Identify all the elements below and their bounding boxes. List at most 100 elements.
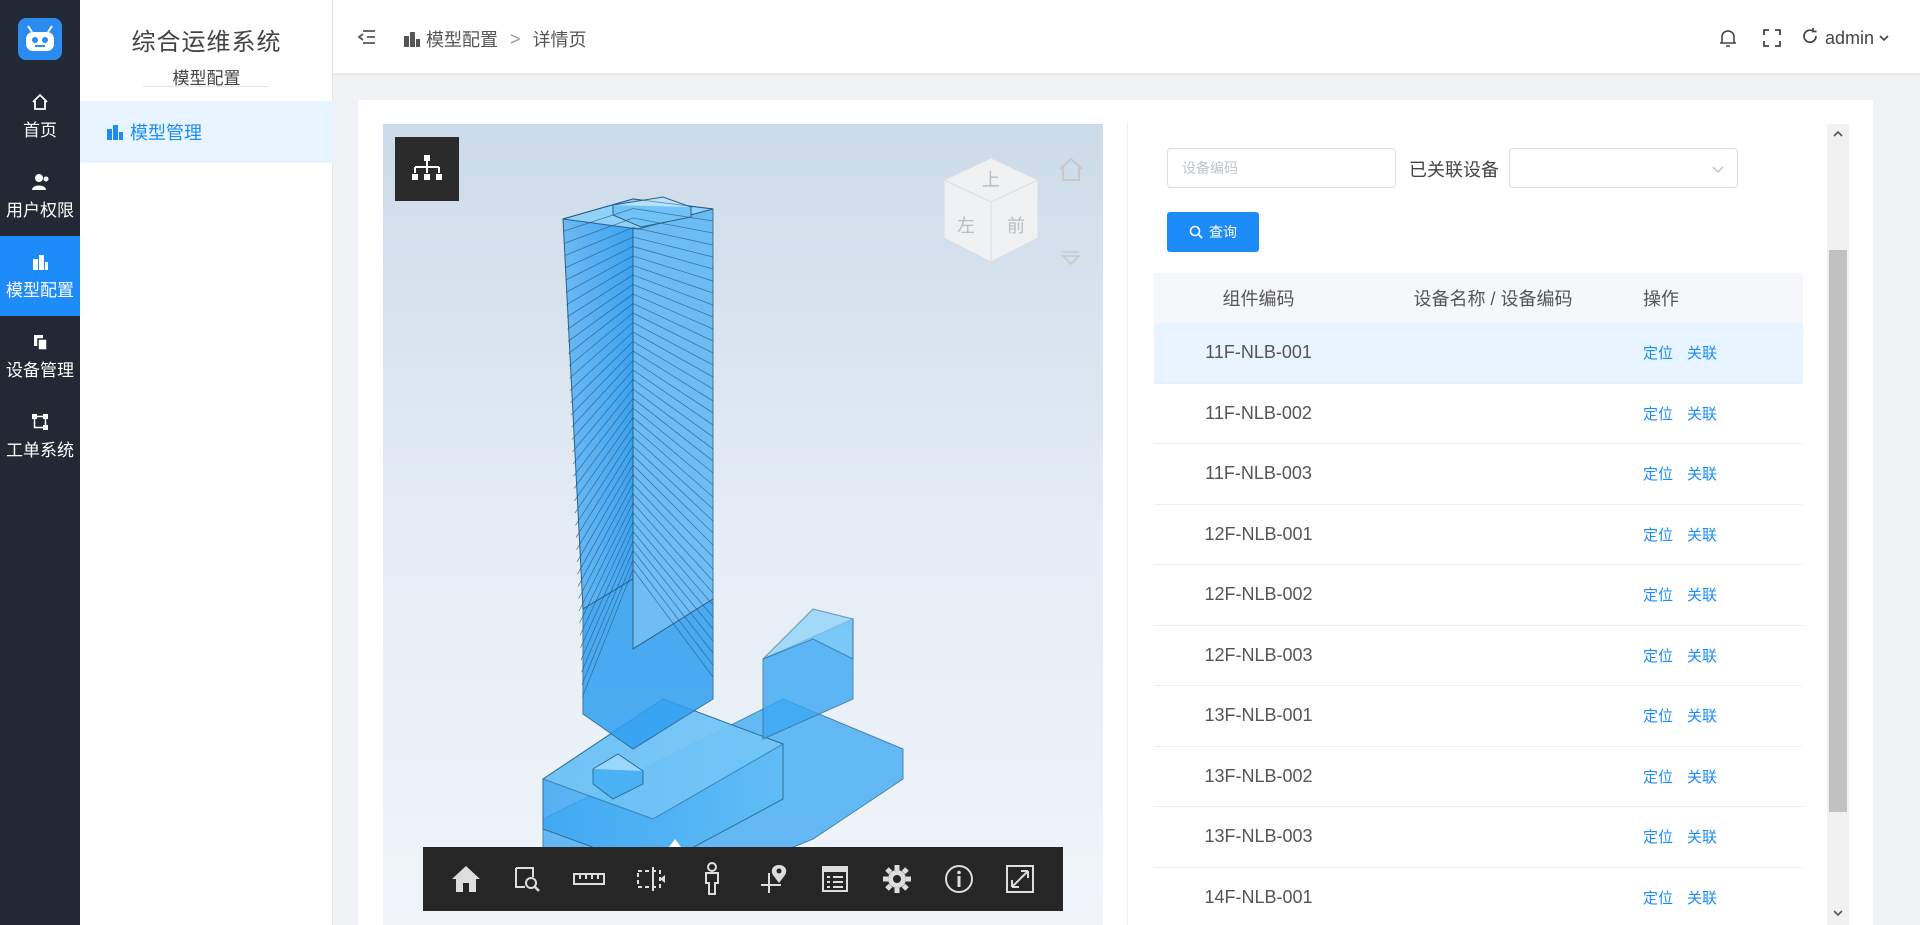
link-device-link[interactable]: 关联 [1687,406,1717,423]
component-code-cell: 11F-NLB-001 [1205,342,1312,363]
rail-item-device-management[interactable]: 设备管理 [0,316,80,396]
icon-sidebar: 首页 用户权限 模型配置 设备管理 工单系统 [0,0,80,925]
building-model[interactable] [523,179,963,899]
first-person-icon[interactable] [692,859,732,899]
home-icon [30,92,50,112]
component-code-cell: 11F-NLB-002 [1205,402,1312,423]
rail-label: 首页 [23,120,57,140]
table-row[interactable]: 13F-NLB-002 定位 关联 [1154,747,1803,807]
component-code-cell: 11F-NLB-003 [1205,463,1312,484]
link-device-link[interactable]: 关联 [1687,345,1717,362]
zoom-window-icon[interactable] [507,859,547,899]
table-row[interactable]: 13F-NLB-003 定位 关联 [1154,807,1803,868]
table-row[interactable]: 14F-NLB-001 定位 关联 [1154,868,1803,925]
component-code-cell: 12F-NLB-002 [1204,584,1313,605]
scrollbar[interactable] [1827,124,1849,925]
table-row[interactable]: 12F-NLB-002 定位 关联 [1154,565,1803,626]
linked-device-select[interactable] [1509,148,1738,188]
settings-icon[interactable] [877,859,917,899]
rail-item-work-orders[interactable]: 工单系统 [0,396,80,476]
scrollbar-thumb[interactable] [1829,250,1847,812]
explode-icon[interactable] [754,859,794,899]
locate-link[interactable]: 定位 [1643,406,1673,423]
model-tree-button[interactable] [395,137,459,201]
locate-link[interactable]: 定位 [1643,829,1673,846]
link-device-link[interactable]: 关联 [1687,527,1717,544]
link-device-link[interactable]: 关联 [1687,890,1717,907]
link-device-link[interactable]: 关联 [1687,648,1717,665]
sub-sidebar: 综合运维系统 模型配置 模型管理 [80,0,333,925]
detail-card: 上 左 前 设备编码 已关联设备 查询 组件编码 设备名称 / 设备编码 操作 … [358,100,1873,925]
rail-item-model-config[interactable]: 模型配置 [0,236,80,316]
fullscreen-icon[interactable] [1761,27,1783,49]
table-body: 11F-NLB-001 定位 关联 11F-NLB-002 定位 关联 11F-NLB-00… [1154,323,1803,925]
viewcube-menu-icon[interactable] [1061,249,1081,267]
locate-link[interactable]: 定位 [1643,527,1673,544]
locate-link[interactable]: 定位 [1643,587,1673,604]
user-icon [30,172,50,192]
panel-divider [1127,124,1128,925]
workflow-icon [30,412,50,432]
link-device-link[interactable]: 关联 [1687,466,1717,483]
home-icon[interactable] [446,859,486,899]
home-view-icon[interactable] [1056,154,1086,184]
section-box-icon[interactable] [631,859,671,899]
table-header: 组件编码 设备名称 / 设备编码 操作 [1154,273,1803,323]
query-button-label: 查询 [1209,224,1237,240]
viewcube-left-label: 左 [957,216,975,237]
table-row[interactable]: 12F-NLB-003 定位 关联 [1154,626,1803,686]
rail-label: 工单系统 [6,440,74,460]
table-row[interactable]: 12F-NLB-001 定位 关联 [1154,505,1803,565]
locate-link[interactable]: 定位 [1643,345,1673,362]
table-row[interactable]: 11F-NLB-002 定位 关联 [1154,384,1803,444]
link-device-link[interactable]: 关联 [1687,587,1717,604]
rail-label: 设备管理 [6,360,74,380]
query-button[interactable]: 查询 [1167,212,1259,252]
properties-icon[interactable] [815,859,855,899]
actions-cell: 定位 关联 [1623,342,1803,363]
app-root: 首页 用户权限 模型配置 设备管理 工单系统 综合运维系统 模型配置 模型管理 … [0,0,1920,925]
table-row[interactable]: 13F-NLB-001 定位 关联 [1154,686,1803,747]
breadcrumb: 模型配置 > 详情页 [403,26,587,52]
locate-link[interactable]: 定位 [1643,648,1673,665]
actions-cell: 定位 关联 [1623,524,1803,545]
locate-link[interactable]: 定位 [1643,769,1673,786]
table-row[interactable]: 11F-NLB-003 定位 关联 [1154,444,1803,505]
actions-cell: 定位 关联 [1623,766,1803,787]
toolbar-caret-icon [669,839,681,847]
building-icon [403,30,421,48]
fullscreen-icon[interactable] [1000,859,1040,899]
column-header-component-code: 组件编码 [1222,289,1295,309]
model-viewer[interactable]: 上 左 前 [383,124,1103,925]
component-code-cell: 13F-NLB-002 [1204,765,1313,786]
breadcrumb-item-model-config[interactable]: 模型配置 [426,26,498,52]
actions-cell: 定位 关联 [1623,887,1803,908]
user-menu[interactable]: admin [1801,27,1890,50]
link-device-link[interactable]: 关联 [1687,769,1717,786]
chevron-down-icon [1712,166,1724,174]
actions-cell: 定位 关联 [1623,403,1803,424]
locate-link[interactable]: 定位 [1643,890,1673,907]
link-device-link[interactable]: 关联 [1687,829,1717,846]
info-icon[interactable] [939,859,979,899]
locate-link[interactable]: 定位 [1643,466,1673,483]
menu-item-model-management[interactable]: 模型管理 [80,101,333,163]
robot-logo-icon [26,25,54,51]
app-logo[interactable] [18,18,62,60]
scroll-down-icon[interactable] [1832,907,1844,919]
scroll-up-icon[interactable] [1832,128,1844,140]
link-device-link[interactable]: 关联 [1687,708,1717,725]
rail-item-user-permissions[interactable]: 用户权限 [0,156,80,236]
measure-icon[interactable] [569,859,609,899]
actions-cell: 定位 关联 [1623,463,1803,484]
breadcrumb-separator: > [510,28,521,49]
collapse-menu-icon[interactable] [357,27,377,47]
table-row[interactable]: 11F-NLB-001 定位 关联 [1154,323,1803,384]
viewcube[interactable]: 上 左 前 [930,150,1052,272]
header-actions: admin [1695,24,1890,52]
system-title: 综合运维系统 [131,29,282,56]
device-code-input[interactable] [1167,148,1396,188]
locate-link[interactable]: 定位 [1643,708,1673,725]
rail-item-home[interactable]: 首页 [0,76,80,156]
bell-icon[interactable] [1717,27,1739,49]
